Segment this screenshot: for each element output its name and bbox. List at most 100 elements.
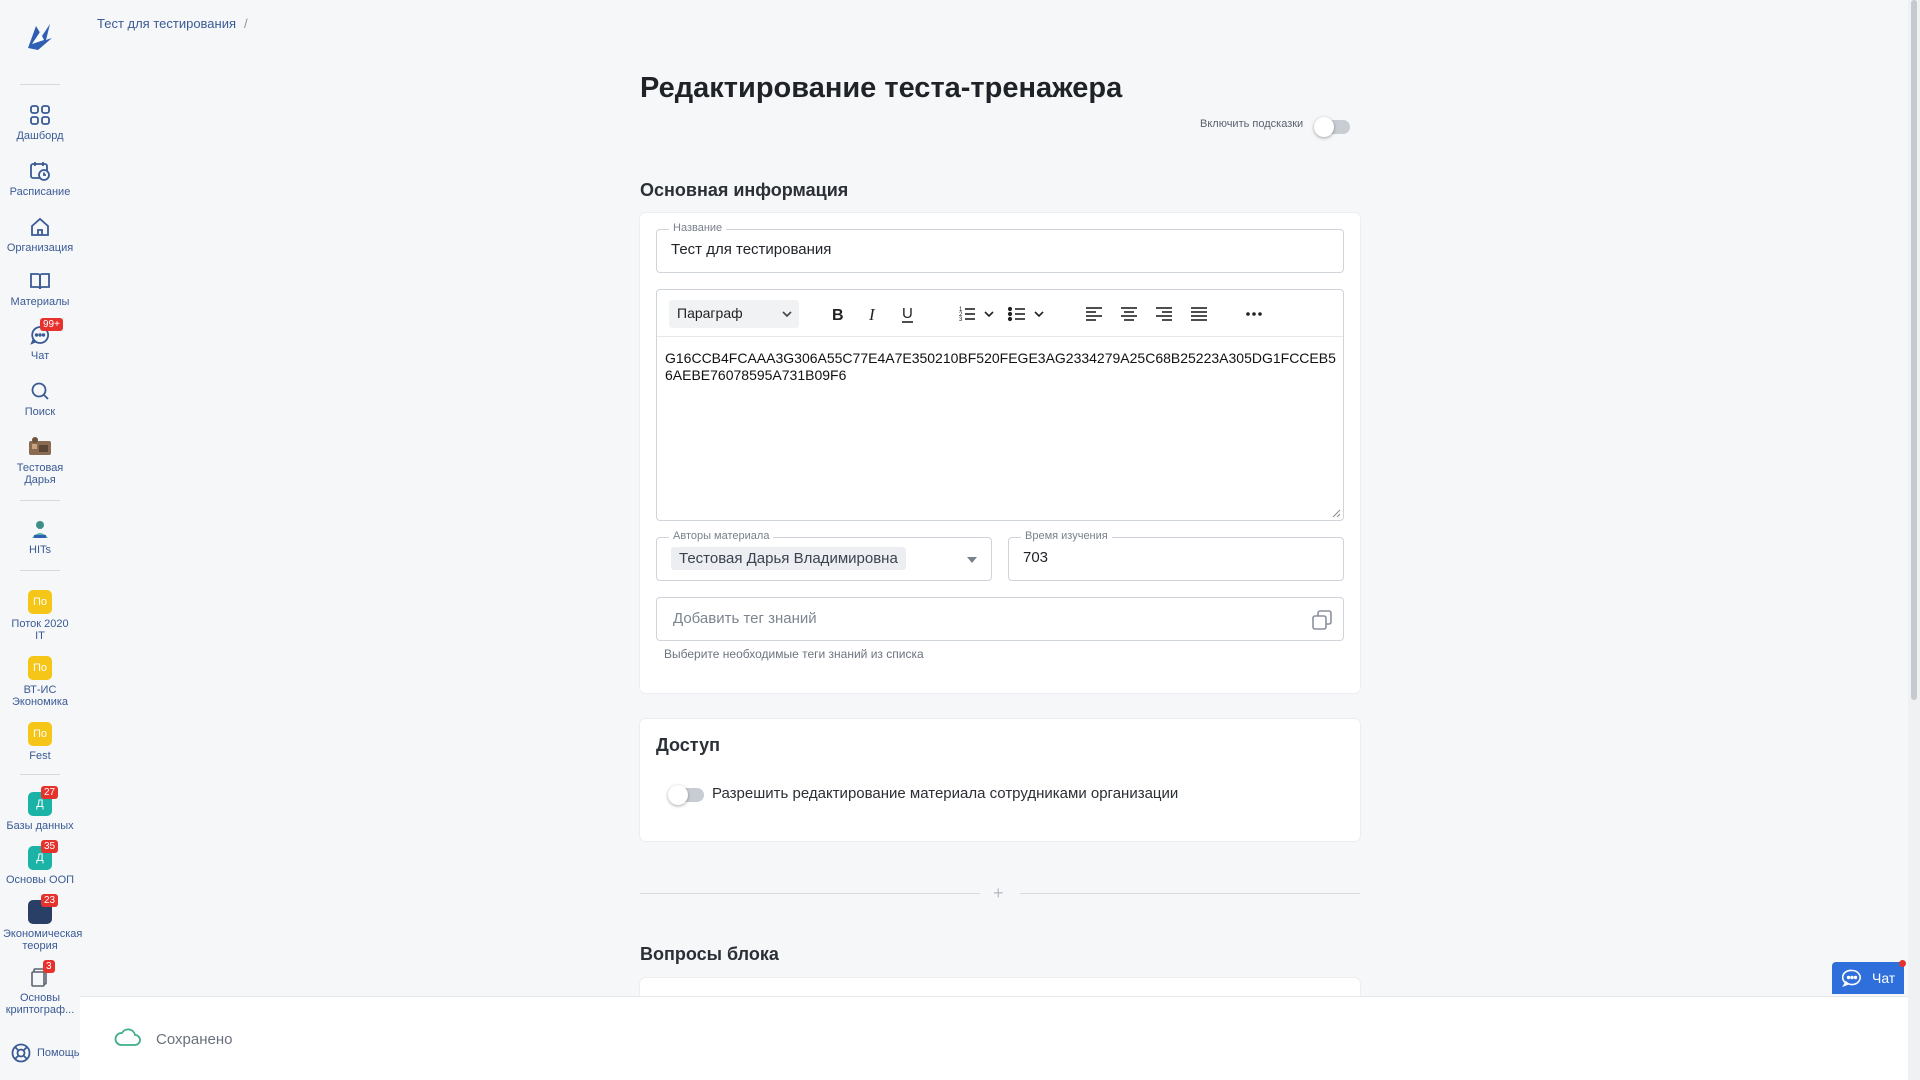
name-field[interactable]: Название Тест для тестирования xyxy=(656,222,1344,273)
sidebar-item-label: ВТ-ИС Экономика xyxy=(11,684,69,708)
study-time-label: Время изучения xyxy=(1021,530,1112,542)
paragraph-style-select[interactable]: Параграф xyxy=(669,300,799,328)
editor-toolbar: Параграф B I U 123 xyxy=(657,290,1343,337)
sidebar-item-organization[interactable]: Организация xyxy=(0,216,80,254)
breadcrumb-separator: / xyxy=(244,16,248,31)
breadcrumb: Тест для тестирования / xyxy=(97,16,248,31)
chevron-down-icon xyxy=(782,311,792,318)
resize-handle-icon[interactable] xyxy=(1331,508,1341,518)
paragraph-style-value: Параграф xyxy=(677,305,743,321)
app-root: Дашборд Расписание Организация Материалы… xyxy=(0,0,1920,1080)
help-label: Помощь xyxy=(37,1047,80,1059)
sidebar-item-course-oop[interactable]: Д Основы ООП 35 xyxy=(0,840,80,886)
notification-dot xyxy=(1899,960,1906,967)
breadcrumb-item[interactable]: Тест для тестирования xyxy=(97,16,236,31)
add-block-button[interactable]: + xyxy=(993,883,1004,904)
copy-icon[interactable] xyxy=(1311,609,1333,631)
page-title: Редактирование теста-тренажера xyxy=(640,72,1123,104)
align-center-icon[interactable] xyxy=(1118,303,1140,325)
svg-text:U: U xyxy=(902,305,913,322)
sidebar-item-course-economics[interactable]: Экономическая теория 23 xyxy=(0,894,82,952)
hints-label: Включить подсказки xyxy=(1200,118,1304,130)
sidebar-item-label: Организация xyxy=(6,242,74,254)
search-icon xyxy=(31,382,49,400)
avatar-image xyxy=(29,437,51,455)
sidebar-divider xyxy=(20,570,60,571)
numbered-list-icon[interactable]: 123 xyxy=(957,303,1001,325)
study-time-field[interactable]: Время изучения 703 xyxy=(1008,530,1344,581)
caret-down-icon xyxy=(967,557,977,563)
sidebar-item-group-vtis[interactable]: По ВТ-ИС Экономика xyxy=(0,656,80,708)
allow-edit-label: Разрешить редактирование материала сотру… xyxy=(712,785,1179,802)
main-info-card: Название Тест для тестирования Параграф … xyxy=(640,213,1360,693)
hints-toggle[interactable] xyxy=(1314,117,1350,137)
sidebar-item-label: Дашборд xyxy=(16,130,64,142)
save-status-bar: Сохранено xyxy=(80,996,1920,1080)
bullet-list-icon[interactable] xyxy=(1007,303,1051,325)
sidebar-item-label: Базы данных xyxy=(6,820,74,832)
toggle-knob xyxy=(1314,117,1334,137)
chat-widget-label: Чат xyxy=(1872,970,1896,986)
sidebar-item-course-databases[interactable]: Д Базы данных 27 xyxy=(0,786,80,832)
sidebar-item-label: Чат xyxy=(30,350,50,362)
sidebar-item-course-crypto[interactable]: Основы криптограф... 3 xyxy=(0,960,80,1016)
sidebar-item-label: Поток 2020 IT xyxy=(11,618,69,642)
svg-text:3: 3 xyxy=(959,317,963,323)
knowledge-tag-placeholder: Добавить тег знаний xyxy=(673,610,817,627)
chat-bubble-icon xyxy=(1842,969,1861,987)
divider-line xyxy=(1020,893,1360,894)
count-badge: 35 xyxy=(41,840,59,853)
group-avatar: По xyxy=(28,722,52,746)
sidebar-item-dashboard[interactable]: Дашборд xyxy=(0,104,80,142)
align-left-icon[interactable] xyxy=(1083,303,1105,325)
group-avatar: По xyxy=(28,590,52,614)
authors-field-label: Авторы материала xyxy=(669,530,774,542)
unread-badge: 99+ xyxy=(40,318,63,331)
logo-icon[interactable] xyxy=(22,18,58,54)
page-scrollbar[interactable] xyxy=(1908,0,1920,1080)
align-right-icon[interactable] xyxy=(1153,303,1175,325)
authors-select[interactable]: Авторы материала Тестовая Дарья Владимир… xyxy=(656,530,992,581)
sidebar-item-schedule[interactable]: Расписание xyxy=(0,160,80,198)
count-badge: 27 xyxy=(41,786,59,799)
sidebar-item-user-profile[interactable]: Тестовая Дарья xyxy=(0,436,80,486)
access-card: Доступ Разрешить редактирование материал… xyxy=(640,719,1360,841)
lifebuoy-icon xyxy=(11,1043,31,1063)
sidebar-item-label: Тестовая Дарья xyxy=(16,462,64,486)
cloud-icon xyxy=(114,1028,141,1046)
scrollbar-thumb[interactable] xyxy=(1911,0,1917,700)
sidebar-item-label: Основы криптограф... xyxy=(5,992,75,1016)
sidebar-item-hits[interactable]: HITs xyxy=(0,518,80,556)
underline-icon[interactable]: U xyxy=(897,303,919,325)
count-badge: 3 xyxy=(43,960,55,973)
editor-content[interactable]: G16CCB4FCAAA3G306A55C77E4A7E350210BF520F… xyxy=(665,350,1341,384)
sidebar-divider xyxy=(20,84,60,85)
avatar-image xyxy=(32,521,48,538)
name-field-label: Название xyxy=(669,222,727,234)
sidebar: Дашборд Расписание Организация Материалы… xyxy=(0,0,82,1080)
sidebar-item-group-potok[interactable]: По Поток 2020 IT xyxy=(0,590,80,642)
group-avatar: По xyxy=(28,656,52,680)
sidebar-item-group-fest[interactable]: По Fest xyxy=(0,722,80,762)
sidebar-item-label: Расписание xyxy=(9,186,71,198)
knowledge-tag-input[interactable]: Добавить тег знаний xyxy=(656,597,1344,641)
bold-icon[interactable]: B xyxy=(827,303,849,325)
author-chip[interactable]: Тестовая Дарья Владимировна xyxy=(671,547,906,570)
svg-text:B: B xyxy=(832,307,844,324)
sidebar-item-label: Материалы xyxy=(10,296,70,308)
section-title-questions: Вопросы блока xyxy=(640,944,779,964)
sidebar-item-chat[interactable]: Чат 99+ xyxy=(0,318,80,362)
divider-line xyxy=(640,893,980,894)
allow-edit-toggle[interactable] xyxy=(668,785,704,805)
sidebar-item-label: Поиск xyxy=(24,406,56,418)
chat-widget-button[interactable]: Чат xyxy=(1832,960,1906,994)
sidebar-item-materials[interactable]: Материалы xyxy=(0,270,80,308)
italic-icon[interactable]: I xyxy=(862,303,884,325)
more-options-icon[interactable] xyxy=(1243,303,1265,325)
count-badge: 23 xyxy=(41,894,59,907)
sidebar-item-label: HITs xyxy=(29,544,51,556)
section-title-access: Доступ xyxy=(656,735,720,755)
sidebar-item-search[interactable]: Поиск xyxy=(0,380,80,418)
align-justify-icon[interactable] xyxy=(1188,303,1210,325)
grid-icon xyxy=(30,105,50,125)
